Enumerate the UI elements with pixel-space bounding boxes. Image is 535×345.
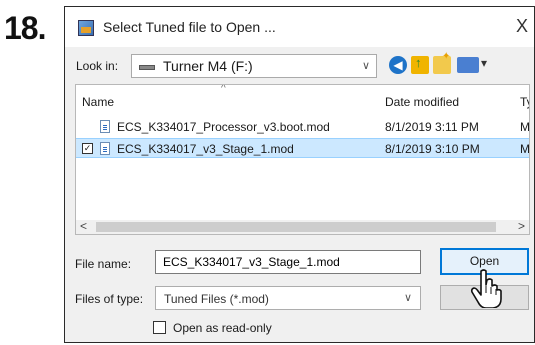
dialog-title: Select Tuned file to Open ... — [103, 19, 276, 35]
column-header-date[interactable]: Date modified — [385, 95, 459, 109]
row-checkbox[interactable]: ✓ — [82, 143, 93, 154]
file-name-field[interactable] — [155, 250, 421, 274]
drive-icon — [139, 65, 155, 70]
title-bar: Select Tuned file to Open ... X — [65, 7, 534, 47]
file-row[interactable]: ECS_K334017_Processor_v3.boot.mod 8/1/20… — [76, 117, 530, 137]
new-folder-icon[interactable] — [433, 51, 451, 74]
file-type-dropdown[interactable]: Tuned Files (*.mod) ∨ — [155, 286, 421, 310]
close-button[interactable]: X — [516, 15, 528, 37]
file-row-selected[interactable]: ✓ ECS_K334017_v3_Stage_1.mod 8/1/2019 3:… — [76, 138, 530, 158]
file-list: ^ Name Date modified Ty ECS_K334017_Proc… — [75, 84, 530, 235]
back-icon[interactable]: ◀ — [389, 56, 407, 74]
look-in-label: Look in: — [76, 59, 119, 73]
file-type-value: Tuned Files (*.mod) — [164, 292, 269, 306]
step-number: 18. — [4, 10, 46, 46]
file-date: 8/1/2019 3:10 PM — [385, 142, 480, 156]
file-name: ECS_K334017_Processor_v3.boot.mod — [117, 120, 330, 134]
column-header-name[interactable]: Name — [82, 95, 114, 109]
column-header-type[interactable]: Ty — [520, 95, 529, 109]
file-type: M — [520, 142, 530, 156]
open-file-dialog: Select Tuned file to Open ... X Look in:… — [64, 6, 535, 343]
scroll-thumb[interactable] — [96, 222, 496, 232]
app-icon — [78, 20, 94, 36]
read-only-label: Open as read-only — [173, 321, 272, 335]
file-name-label: File name: — [75, 257, 132, 271]
hand-cursor-icon — [470, 269, 502, 308]
up-folder-icon[interactable] — [411, 55, 429, 74]
horizontal-scrollbar[interactable]: < > — [76, 219, 529, 234]
file-type-label: Files of type: — [75, 292, 144, 306]
look-in-value: Turner M4 (F:) — [163, 58, 253, 74]
view-menu-icon[interactable] — [457, 56, 487, 73]
file-name: ECS_K334017_v3_Stage_1.mod — [117, 142, 294, 156]
scroll-left-icon[interactable]: < — [80, 219, 87, 233]
chevron-down-icon: ∨ — [403, 292, 412, 304]
file-date: 8/1/2019 3:11 PM — [385, 120, 479, 134]
file-type: M — [520, 120, 530, 134]
chevron-down-icon: ∨ — [361, 60, 370, 72]
file-icon — [100, 142, 110, 155]
read-only-checkbox[interactable] — [153, 321, 166, 334]
file-icon — [100, 120, 110, 133]
look-in-dropdown[interactable]: Turner M4 (F:) ∨ — [131, 54, 377, 78]
sort-indicator-icon: ^ — [221, 84, 226, 94]
scroll-right-icon[interactable]: > — [518, 219, 525, 233]
